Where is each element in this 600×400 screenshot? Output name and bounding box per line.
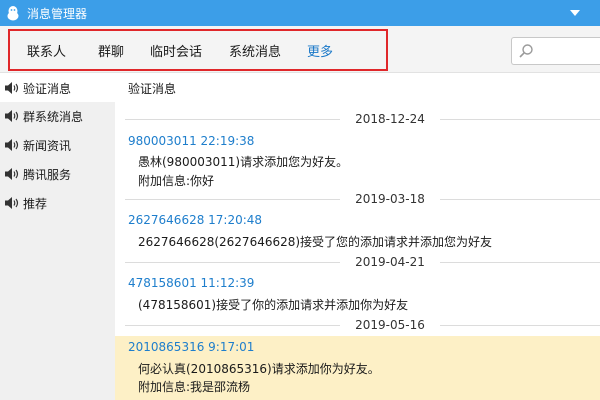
message-text: 何必认真(2010865316)请求添加你为好友。 [138,362,380,376]
message-text: (478158601)接受了你的添加请求并添加你为好友 [138,298,409,312]
message-item: 478158601 11:12:39 (478158601)接受了你的添加请求并… [115,273,600,317]
date-separator: 2019-03-18 [115,190,600,210]
sidebar-item-label: 推荐 [23,196,48,211]
chevron-down-icon[interactable] [570,10,580,16]
window-title: 消息管理器 [27,6,88,21]
tab-contacts[interactable]: 联系人 [27,41,66,60]
message-item-selected[interactable]: 2010865316 9:17:01 何必认真(2010865316)请求添加你… [115,336,600,400]
sidebar-item-label: 新闻资讯 [23,138,72,153]
speaker-icon [5,168,19,180]
sidebar-item-news[interactable]: 新闻资讯 [0,131,115,159]
panel-title: 验证消息 [128,82,177,96]
sidebar-item-tencent-services[interactable]: 腾讯服务 [0,160,115,188]
message-extra-info: 附加信息:你好 [138,174,215,188]
date-separator: 2018-12-24 [115,110,600,130]
sender-link[interactable]: 980003011 22:19:38 [128,134,254,148]
tab-temp-session[interactable]: 临时会话 [150,41,202,60]
sidebar-item-label: 腾讯服务 [23,167,72,182]
message-item: 2627646628 17:20:48 2627646628(262764662… [115,210,600,254]
message-panel: 验证消息 2018-12-24 980003011 22:19:38 愚林(98… [115,74,600,400]
search-input[interactable] [511,37,600,65]
speaker-icon [5,197,19,209]
tab-group-chat[interactable]: 群聊 [98,41,124,60]
tab-system-messages[interactable]: 系统消息 [229,41,281,60]
speaker-icon [5,82,19,94]
penguin-icon [5,5,21,21]
sender-link[interactable]: 478158601 11:12:39 [128,276,254,290]
search-icon [519,44,533,58]
date-label: 2019-04-21 [340,255,440,269]
sidebar-item-label: 验证消息 [23,81,72,96]
speaker-icon [5,110,19,122]
title-bar: 消息管理器 [0,0,600,26]
sidebar-item-label: 群系统消息 [23,109,84,124]
tab-more[interactable]: 更多 [307,41,333,60]
sidebar-item-verification[interactable]: 验证消息 [0,74,115,102]
date-label: 2019-03-18 [340,192,440,206]
message-text: 2627646628(2627646628)接受了您的添加请求并添加您为好友 [138,235,493,249]
speaker-icon [5,139,19,151]
sender-link[interactable]: 2010865316 9:17:01 [128,340,254,354]
sidebar: 验证消息 群系统消息 新闻资讯 腾讯服务 推荐 [0,74,115,400]
sidebar-item-group-system[interactable]: 群系统消息 [0,102,115,130]
tab-bar: 联系人 群聊 临时会话 系统消息 更多 [8,29,388,71]
date-separator: 2019-04-21 [115,253,600,273]
date-label: 2019-05-16 [340,318,440,332]
message-text: 愚林(980003011)请求添加您为好友。 [138,155,349,169]
date-label: 2018-12-24 [340,112,440,126]
message-item: 980003011 22:19:38 愚林(980003011)请求添加您为好友… [115,130,600,192]
toolbar: 联系人 群聊 临时会话 系统消息 更多 [0,26,600,73]
date-separator: 2019-05-16 [115,316,600,336]
message-extra-info: 附加信息:我是邵流杨 [138,380,251,394]
sidebar-item-recommend[interactable]: 推荐 [0,189,115,217]
sender-link[interactable]: 2627646628 17:20:48 [128,213,262,227]
